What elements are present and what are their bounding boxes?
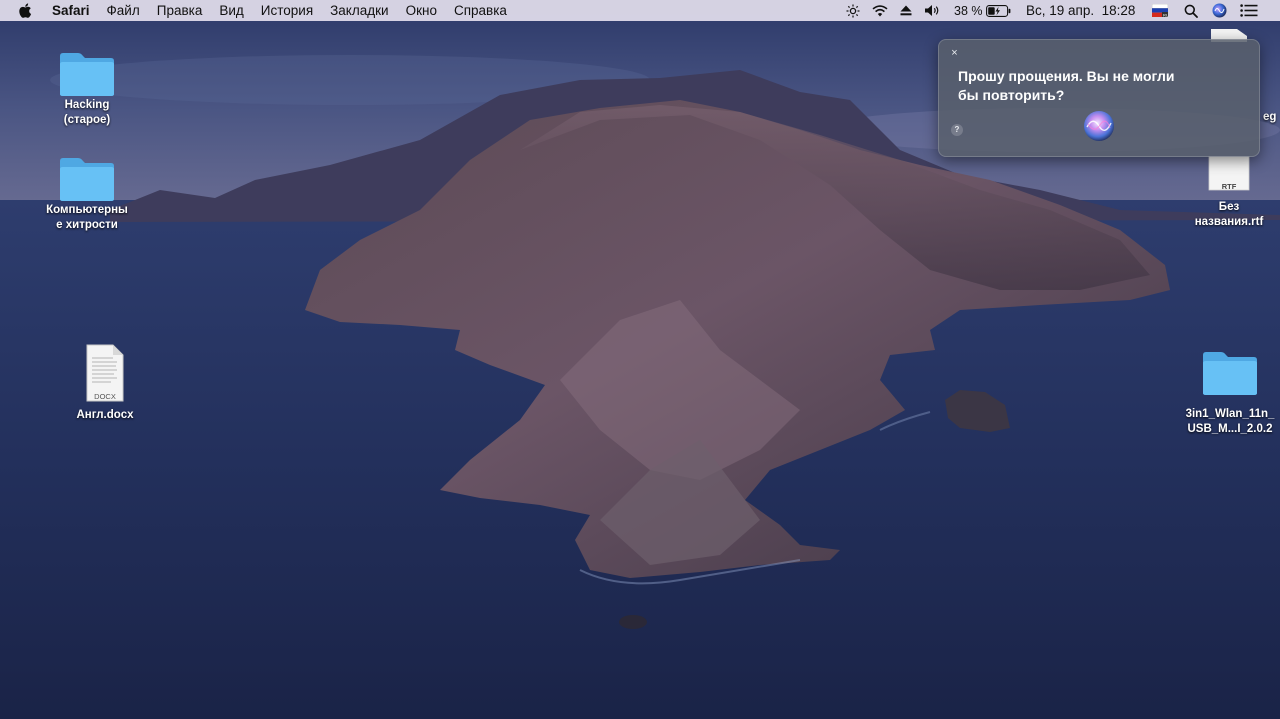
- menu-file[interactable]: Файл: [107, 3, 140, 18]
- folder-icon: [60, 53, 114, 96]
- folder-icon: [1203, 352, 1257, 395]
- menu-app-name[interactable]: Safari: [52, 3, 90, 18]
- menu-window[interactable]: Окно: [406, 3, 437, 18]
- desktop-item-label: Hacking (старое): [63, 99, 111, 126]
- menu-bookmarks[interactable]: Закладки: [330, 3, 388, 18]
- status-area: 38 % Вс, 19 апр. 18:28 RU: [840, 0, 1280, 21]
- eject-icon[interactable]: [900, 0, 912, 21]
- desktop-item-label: eg: [1263, 111, 1277, 123]
- menu-edit[interactable]: Правка: [157, 3, 203, 18]
- file-type-badge: RTF: [1221, 182, 1237, 191]
- app-menus: Safari Файл Правка Вид История Закладки …: [52, 0, 524, 21]
- desktop-item-label: Англ.docx: [76, 409, 134, 421]
- volume-icon[interactable]: [924, 0, 941, 21]
- desktop-item-angl-docx[interactable]: DOCX Англ.docx: [60, 344, 150, 423]
- flag-icon[interactable]: RU: [1152, 0, 1168, 21]
- siri-message: Прошу прощения. Вы не могли бы повторить…: [958, 68, 1175, 103]
- wifi-icon[interactable]: [872, 0, 888, 21]
- desktop-item-label: 3in1_Wlan_11n_ USB_M...I_2.0.2: [1185, 408, 1275, 435]
- desktop-item-label: Компьютерны е хитрости: [46, 204, 128, 231]
- desktop-item-computer-tricks[interactable]: Компьютерны е хитрости: [38, 155, 136, 233]
- apple-icon[interactable]: [18, 2, 34, 19]
- siri-panel: × Прошу прощения. Вы не могли бы повтори…: [938, 39, 1260, 157]
- help-icon[interactable]: ?: [951, 124, 963, 136]
- desktop-item-hacking[interactable]: Hacking (старое): [42, 50, 132, 128]
- battery-icon[interactable]: [986, 0, 1011, 21]
- menu-view[interactable]: Вид: [219, 3, 243, 18]
- battery-percent[interactable]: 38 %: [954, 0, 983, 21]
- svg-text:RU: RU: [1163, 12, 1168, 17]
- menu-history[interactable]: История: [261, 3, 313, 18]
- menu-icon[interactable]: [1240, 0, 1258, 21]
- search-icon[interactable]: [1184, 0, 1198, 21]
- desktop-item-untitled-rtf[interactable]: RTF Без названия.rtf: [1183, 156, 1275, 230]
- file-type-badge: DOCX: [94, 392, 116, 401]
- close-icon[interactable]: ×: [949, 48, 960, 59]
- folder-icon: [60, 158, 114, 201]
- siri-orb-icon[interactable]: [1083, 110, 1115, 142]
- brightness-icon[interactable]: [846, 0, 860, 21]
- clock-datetime[interactable]: Вс, 19 апр. 18:28: [1026, 0, 1135, 21]
- siri-icon[interactable]: [1212, 0, 1227, 21]
- desktop-item-wlan-driver[interactable]: 3in1_Wlan_11n_ USB_M...I_2.0.2: [1180, 349, 1280, 437]
- menu-help[interactable]: Справка: [454, 3, 507, 18]
- menu-bar: Safari Файл Правка Вид История Закладки …: [0, 0, 1280, 21]
- desktop-item-label: Без названия.rtf: [1194, 201, 1264, 228]
